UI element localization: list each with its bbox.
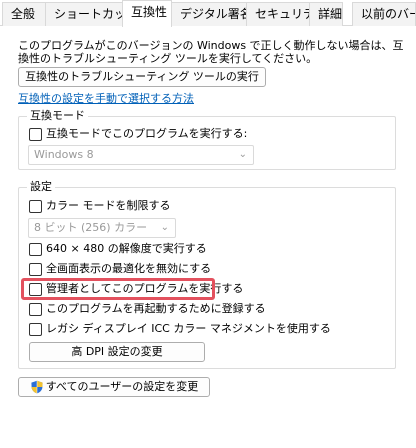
os-version-select[interactable]: Windows 8 ⌄	[28, 145, 254, 165]
description-text: このプログラムがこのバージョンの Windows で正しく動作しない場合は、互換…	[18, 39, 404, 65]
compat-mode-checkbox[interactable]	[29, 127, 42, 141]
res-640-label: 640 × 480 の解像度で実行する	[46, 242, 207, 255]
color-mode-select[interactable]: 8 ビット (256) カラー ⌄	[28, 218, 176, 238]
color-mode-value: 8 ビット (256) カラー	[34, 221, 148, 234]
chevron-down-icon: ⌄	[238, 149, 247, 160]
os-version-value: Windows 8	[34, 148, 94, 161]
reduced-color-row[interactable]: カラー モードを制限する	[29, 198, 171, 214]
register-restart-row[interactable]: このプログラムを再起動するために登録する	[29, 301, 266, 317]
all-users-label: すべてのユーザーの設定を変更	[45, 380, 199, 393]
compat-mode-label: 互換モードでこのプログラムを実行する:	[46, 127, 248, 140]
res-640-row[interactable]: 640 × 480 の解像度で実行する	[29, 241, 207, 257]
legacy-icc-checkbox[interactable]	[29, 322, 42, 336]
tab-strip: 全般 ショートカット 互換性 デジタル署名 セキュリティ 詳細 以前のバー	[0, 0, 416, 27]
all-users-button[interactable]: すべてのユーザーの設定を変更	[18, 377, 210, 397]
troubleshooter-button[interactable]: 互換性のトラブルシューティング ツールの実行	[18, 67, 266, 87]
uac-shield-icon	[31, 380, 43, 394]
register-restart-label: このプログラムを再起動するために登録する	[46, 302, 266, 315]
manual-settings-link[interactable]: 互換性の設定を手動で選択する方法	[18, 90, 194, 106]
fullscreen-opt-label: 全画面表示の最適化を無効にする	[46, 262, 212, 275]
tab-compatibility[interactable]: 互換性	[122, 0, 172, 27]
settings-title: 設定	[27, 180, 55, 194]
legacy-icc-label: レガシ ディスプレイ ICC カラー マネジメントを使用する	[46, 322, 331, 335]
run-as-admin-checkbox[interactable]	[29, 282, 42, 296]
res-640-checkbox[interactable]	[29, 242, 42, 256]
tab-security[interactable]: セキュリティ	[246, 2, 310, 26]
register-restart-checkbox[interactable]	[29, 302, 42, 316]
reduced-color-checkbox[interactable]	[29, 199, 42, 213]
chevron-down-icon: ⌄	[160, 222, 169, 233]
tab-previous-versions[interactable]: 以前のバー	[352, 2, 416, 26]
compat-mode-checkbox-row[interactable]: 互換モードでこのプログラムを実行する:	[29, 126, 247, 142]
tab-general[interactable]: 全般	[2, 2, 46, 26]
fullscreen-opt-checkbox[interactable]	[29, 262, 42, 276]
tab-digital-signature[interactable]: デジタル署名	[171, 2, 247, 26]
reduced-color-label: カラー モードを制限する	[46, 199, 171, 212]
run-as-admin-label: 管理者としてこのプログラムを実行する	[46, 282, 244, 295]
high-dpi-button[interactable]: 高 DPI 設定の変更	[29, 342, 205, 362]
compat-mode-title: 互換モード	[27, 109, 88, 123]
legacy-icc-row[interactable]: レガシ ディスプレイ ICC カラー マネジメントを使用する	[29, 321, 331, 337]
fullscreen-opt-row[interactable]: 全画面表示の最適化を無効にする	[29, 261, 211, 277]
tab-details[interactable]: 詳細	[309, 2, 343, 26]
tab-shortcut[interactable]: ショートカット	[45, 2, 123, 26]
compatibility-panel: このプログラムがこのバージョンの Windows で正しく動作しない場合は、互換…	[0, 27, 416, 448]
run-as-admin-row[interactable]: 管理者としてこのプログラムを実行する	[29, 281, 243, 297]
